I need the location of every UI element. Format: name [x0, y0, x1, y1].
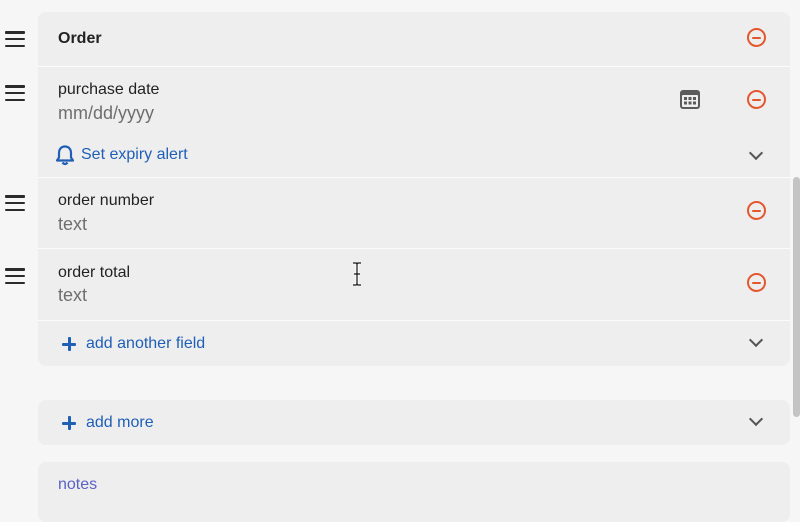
field-order-total: order total text: [38, 249, 790, 320]
expiry-alert-label: Set expiry alert: [81, 146, 188, 163]
drag-handle-icon[interactable]: [5, 195, 25, 211]
field-label: order total: [58, 264, 131, 281]
set-expiry-alert-link[interactable]: Set expiry alert: [54, 144, 188, 166]
add-more-label: add more: [86, 414, 154, 431]
notes-label: notes: [58, 476, 98, 493]
drag-handle-icon[interactable]: [5, 85, 25, 101]
remove-field-icon[interactable]: [747, 273, 766, 292]
remove-field-icon[interactable]: [747, 201, 766, 220]
calendar-icon[interactable]: [679, 88, 701, 110]
order-total-input[interactable]: text: [58, 285, 87, 306]
remove-section-icon[interactable]: [747, 28, 766, 47]
plus-icon: [62, 337, 76, 351]
chevron-down-icon[interactable]: [748, 411, 764, 427]
add-more-card: add more: [38, 400, 790, 445]
field-label: order number: [58, 192, 155, 209]
chevron-down-icon[interactable]: [748, 145, 764, 161]
remove-field-icon[interactable]: [747, 90, 766, 109]
text-cursor-icon: [353, 262, 361, 286]
field-order-number: order number text: [38, 178, 790, 248]
scrollbar[interactable]: [793, 177, 800, 417]
drag-handle-icon[interactable]: [5, 31, 25, 47]
date-input[interactable]: mm/dd/yyyy: [58, 103, 154, 124]
order-number-input[interactable]: text: [58, 214, 87, 235]
add-another-field-button[interactable]: add another field: [58, 335, 205, 353]
field-label: purchase date: [58, 81, 160, 98]
drag-handle-icon[interactable]: [5, 268, 25, 284]
add-more-button[interactable]: add more: [58, 414, 154, 432]
order-section-card: Order purchase date mm/dd/yyyy Set expir…: [38, 12, 790, 366]
add-field-label: add another field: [86, 335, 206, 352]
bell-icon: [55, 145, 75, 166]
notes-section-card: notes: [38, 462, 790, 522]
section-header: Order: [38, 12, 790, 66]
plus-icon: [62, 416, 76, 430]
add-field-row: add another field: [38, 321, 790, 366]
chevron-down-icon[interactable]: [748, 332, 764, 348]
section-title: Order: [58, 30, 102, 47]
field-purchase-date: purchase date mm/dd/yyyy Set expiry aler…: [38, 67, 790, 177]
